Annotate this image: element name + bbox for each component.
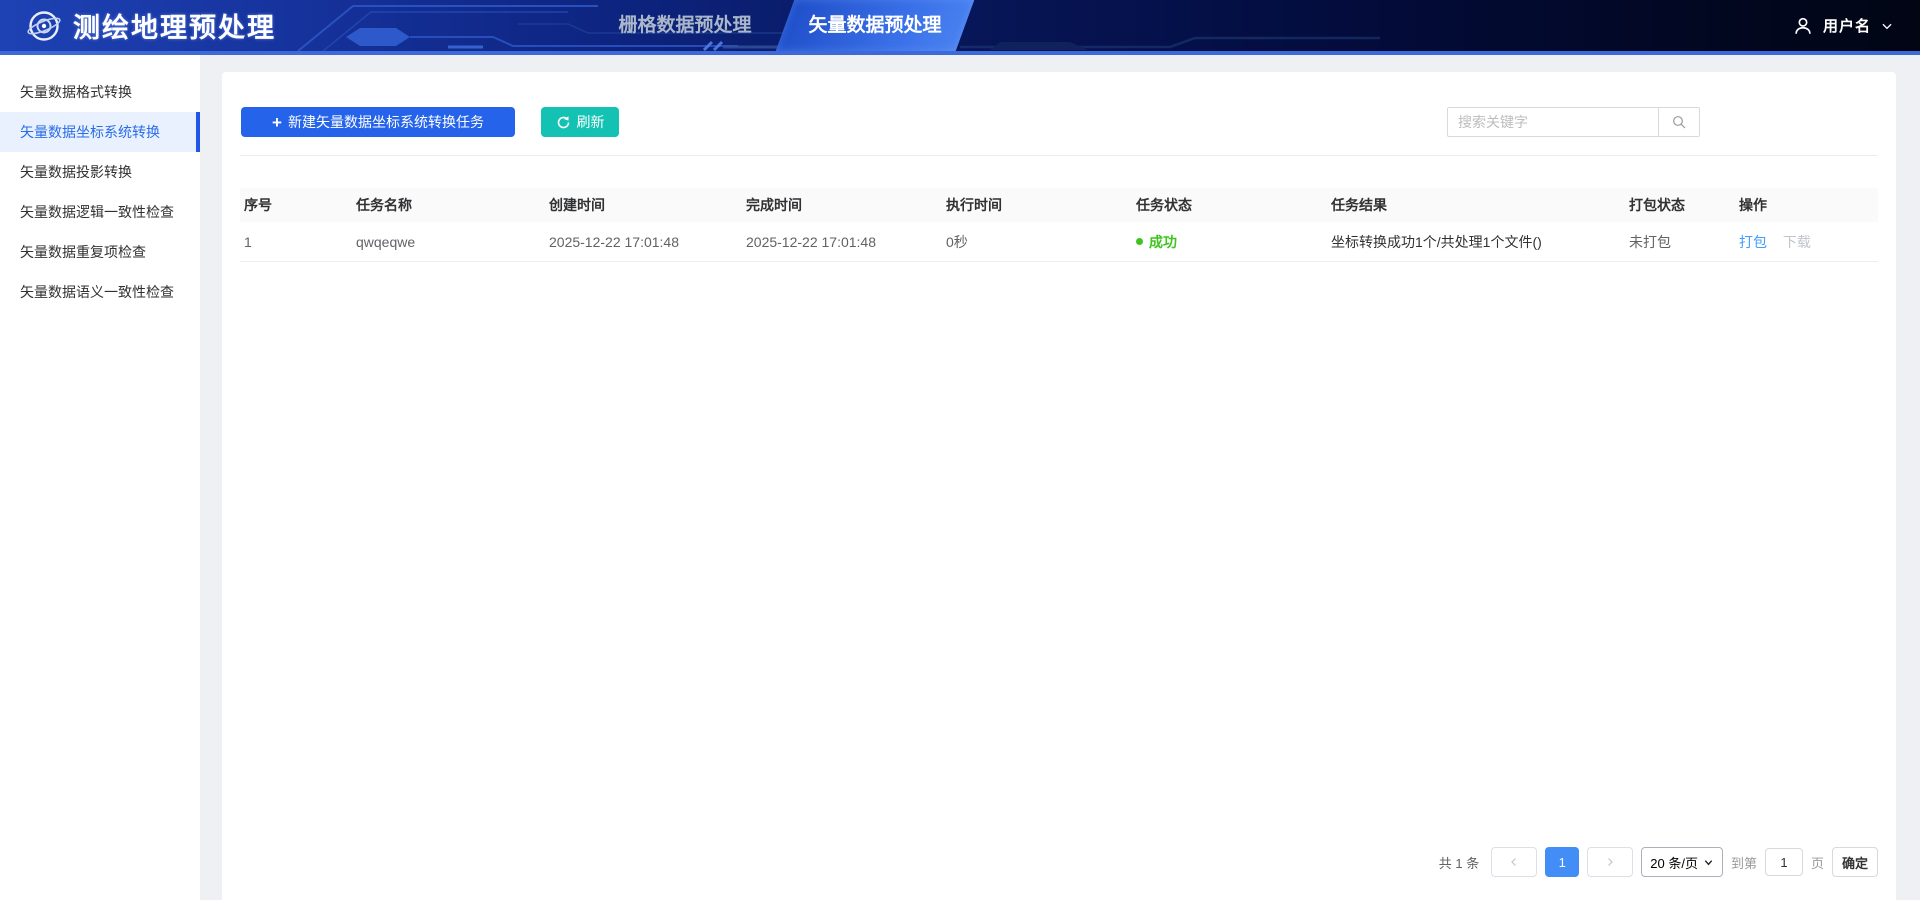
tab-label: 矢量数据预处理 <box>808 15 942 36</box>
refresh-button-label: 刷新 <box>576 114 605 130</box>
task-table: 序号 任务名称 创建时间 完成时间 执行时间 任务状态 任务结果 打包状态 操作… <box>240 188 1878 262</box>
page-size-value: 20 条/页 <box>1650 855 1698 871</box>
tab-raster-preprocessing[interactable]: 栅格数据预处理 <box>585 0 785 51</box>
refresh-icon <box>557 115 569 128</box>
cell-task-status: 成功 <box>1132 232 1327 252</box>
goto-page-input[interactable] <box>1764 848 1803 876</box>
pagination-page-1[interactable]: 1 <box>1545 847 1580 877</box>
column-header-task-result: 任务结果 <box>1331 197 1387 213</box>
column-header-task-name: 任务名称 <box>356 197 412 213</box>
column-header-created-time: 创建时间 <box>549 197 605 213</box>
sidebar-item-duplicate-check[interactable]: 矢量数据重复项检查 <box>0 232 200 272</box>
search-icon <box>1673 116 1686 129</box>
sidebar-item-format-conversion[interactable]: 矢量数据格式转换 <box>0 72 200 112</box>
globe-orbit-logo-icon <box>27 10 61 41</box>
column-header-exec-time: 执行时间 <box>946 197 1002 213</box>
new-task-button-label: 新建矢量数据坐标系统转换任务 <box>287 114 484 130</box>
goto-confirm-button[interactable]: 确定 <box>1831 847 1878 877</box>
app-header: 测绘地理预处理 栅格数据预处理 矢量数据预处理 用户名 <box>0 0 1920 55</box>
new-task-button[interactable]: + 新建矢量数据坐标系统转换任务 <box>241 107 515 137</box>
cell-index: 1 <box>244 233 252 250</box>
sidebar-item-coordinate-system-conversion[interactable]: 矢量数据坐标系统转换 <box>0 112 200 152</box>
goto-page-suffix: 页 <box>1810 855 1824 871</box>
app-logo: 测绘地理预处理 <box>26 0 276 51</box>
chevron-left-icon <box>1511 858 1517 866</box>
pagination-total: 共 1 条 <box>1438 855 1480 871</box>
cell-exec-time: 0秒 <box>946 233 968 250</box>
cell-task-name: qwqeqwe <box>356 233 416 250</box>
sidebar: 矢量数据格式转换 矢量数据坐标系统转换 矢量数据投影转换 矢量数据逻辑一致性检查… <box>0 55 200 900</box>
cell-actions: 打包 下载 <box>1735 232 1878 252</box>
page-size-select[interactable]: 20 条/页 <box>1641 847 1723 877</box>
refresh-button[interactable]: 刷新 <box>541 107 619 137</box>
pagination-next-button[interactable] <box>1587 847 1634 877</box>
column-header-task-status: 任务状态 <box>1136 197 1192 213</box>
pagination-prev-button[interactable] <box>1491 847 1538 877</box>
goto-page-prefix: 到第 <box>1730 855 1757 871</box>
username-label: 用户名 <box>1822 18 1871 35</box>
pagination: 共 1 条 1 20 条/页 到第 页 确定 <box>1439 847 1878 877</box>
sidebar-item-projection-conversion[interactable]: 矢量数据投影转换 <box>0 152 200 192</box>
user-icon <box>1795 17 1811 34</box>
top-nav-tabs: 栅格数据预处理 矢量数据预处理 <box>585 0 975 51</box>
user-menu[interactable]: 用户名 <box>1792 0 1894 51</box>
header-circuit-decoration-right <box>960 36 1380 50</box>
app-title: 测绘地理预处理 <box>73 13 276 43</box>
cell-finished-time: 2025-12-22 17:01:48 <box>746 233 876 250</box>
cell-created-time: 2025-12-22 17:01:48 <box>549 233 679 250</box>
search-group <box>1447 107 1700 137</box>
table-row: 1 qwqeqwe 2025-12-22 17:01:48 2025-12-22… <box>240 222 1878 262</box>
tab-vector-preprocessing[interactable]: 矢量数据预处理 <box>775 0 975 51</box>
chevron-right-icon <box>1608 858 1614 866</box>
content-card: + 新建矢量数据坐标系统转换任务 刷新 序号 任务名称 创建时间 完成时间 执行… <box>222 72 1896 900</box>
status-badge: 成功 <box>1149 233 1177 250</box>
status-success-dot <box>1136 238 1143 245</box>
select-chevron-down-icon <box>1704 859 1713 865</box>
plus-icon: + <box>272 112 282 132</box>
toolbar-divider <box>240 155 1878 156</box>
sidebar-item-logical-consistency-check[interactable]: 矢量数据逻辑一致性检查 <box>0 192 200 232</box>
chevron-down-icon <box>1882 23 1892 29</box>
column-header-pack-status: 打包状态 <box>1629 197 1685 213</box>
cell-task-result: 坐标转换成功1个/共处理1个文件() <box>1331 233 1542 250</box>
column-header-index: 序号 <box>244 197 272 213</box>
column-header-finished-time: 完成时间 <box>746 197 802 213</box>
column-header-actions: 操作 <box>1739 197 1767 213</box>
pack-link[interactable]: 打包 <box>1739 234 1767 250</box>
search-button[interactable] <box>1658 107 1700 137</box>
search-input[interactable] <box>1447 107 1658 137</box>
table-header-row: 序号 任务名称 创建时间 完成时间 执行时间 任务状态 任务结果 打包状态 操作 <box>240 188 1878 222</box>
download-link[interactable]: 下载 <box>1783 234 1811 250</box>
cell-pack-status: 未打包 <box>1629 233 1671 250</box>
tab-label: 栅格数据预处理 <box>618 15 752 36</box>
sidebar-item-semantic-consistency-check[interactable]: 矢量数据语义一致性检查 <box>0 272 200 312</box>
